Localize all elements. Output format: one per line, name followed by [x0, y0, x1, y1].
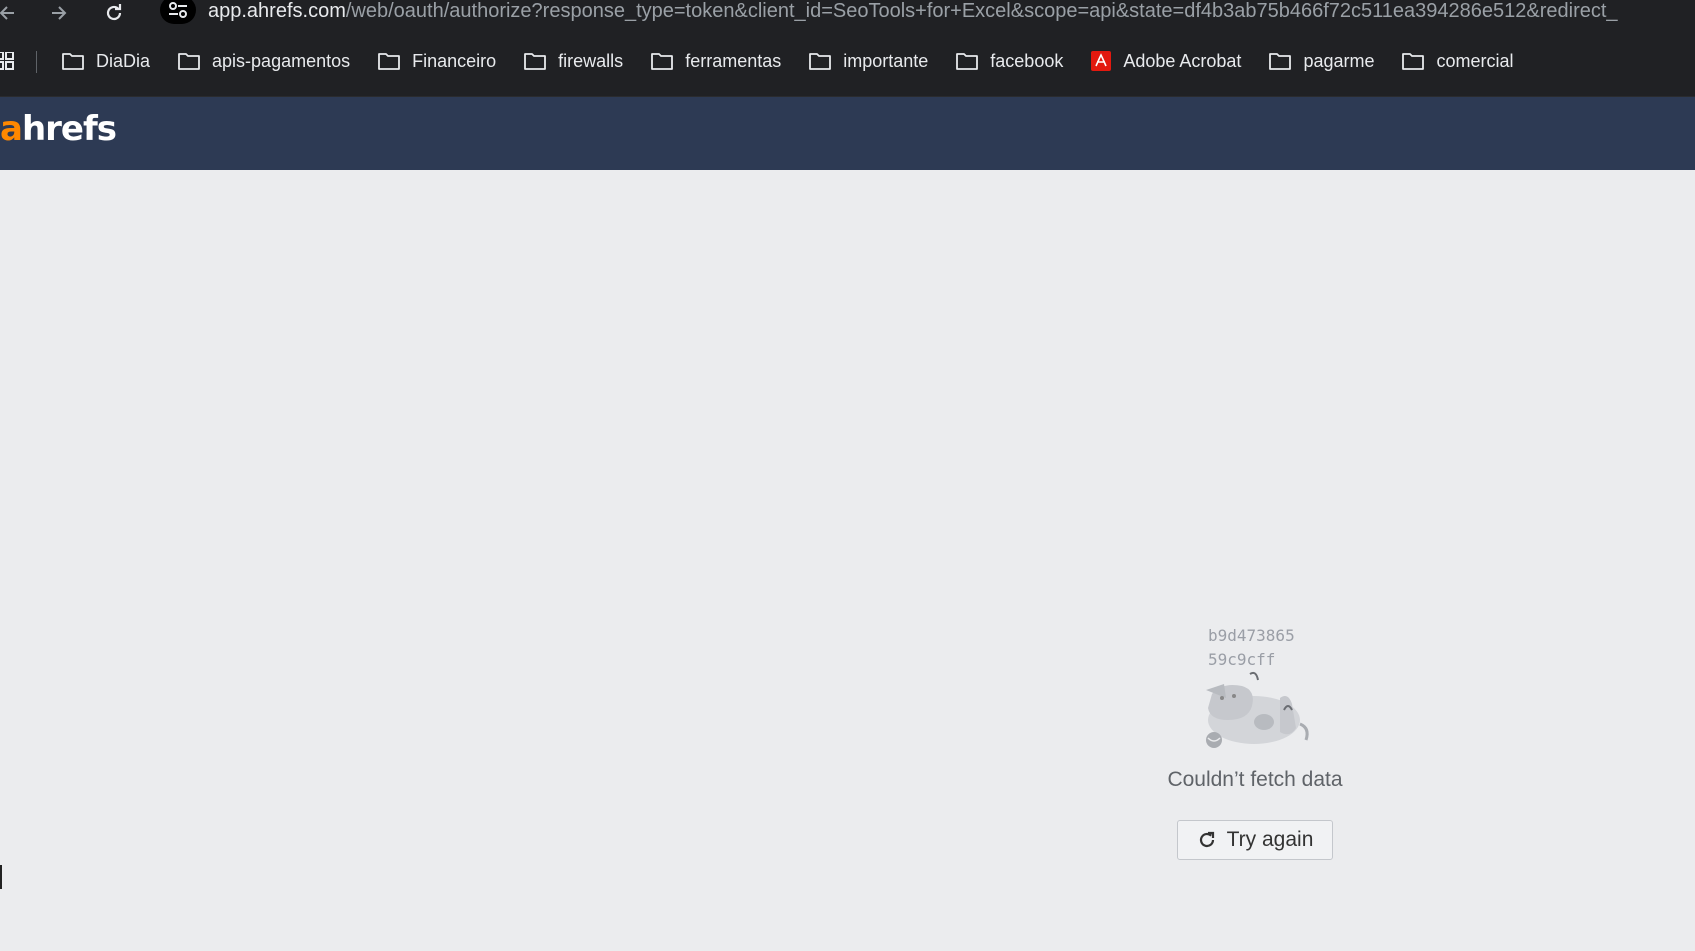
folder-icon	[524, 52, 547, 70]
app-header: ahrefs	[0, 97, 1695, 170]
tune-icon	[169, 2, 187, 18]
folder-icon	[651, 52, 674, 70]
arrow-right-icon	[52, 5, 67, 20]
apps-grid-icon[interactable]	[0, 51, 14, 75]
logo-text: hrefs	[21, 109, 117, 149]
try-again-label: Try again	[1226, 828, 1314, 851]
bookmark-label: DiaDia	[96, 50, 151, 71]
bookmark-label: ferramentas	[685, 50, 782, 71]
back-button[interactable]	[0, 0, 22, 25]
bookmarks-divider	[36, 51, 37, 73]
bookmark-adobe-acrobat[interactable]: Adobe Acrobat	[1091, 41, 1255, 81]
bookmark-importante[interactable]: importante	[809, 41, 942, 81]
site-info-button[interactable]	[160, 0, 196, 24]
bookmark-firewalls[interactable]: firewalls	[524, 41, 637, 81]
bookmark-apis-pagamentos[interactable]: apis-pagamentos	[178, 41, 364, 81]
folder-icon	[1269, 52, 1292, 70]
folder-icon	[809, 52, 832, 70]
bookmark-label: importante	[843, 50, 929, 71]
bookmark-label: Adobe Acrobat	[1123, 50, 1242, 71]
try-again-button[interactable]: Try again	[1177, 820, 1333, 860]
folder-icon	[62, 52, 84, 70]
address-bar[interactable]: app.ahrefs.com/web/oauth/authorize?respo…	[208, 0, 1618, 25]
ahrefs-logo[interactable]: ahrefs	[0, 109, 117, 149]
folder-icon	[1402, 52, 1425, 70]
folder-icon	[178, 52, 200, 70]
bookmark-diadia[interactable]: DiaDia	[62, 41, 164, 81]
url-host: app.ahrefs.com	[208, 0, 346, 22]
folder-icon	[956, 52, 979, 70]
bookmarks-bar: DiaDia apis-pagamentos Financeiro firewalls…	[0, 25, 1695, 97]
refresh-icon	[1199, 831, 1214, 848]
bookmark-label: pagarme	[1303, 50, 1375, 71]
bookmark-facebook[interactable]: facebook	[956, 41, 1077, 81]
bookmark-label: firewalls	[558, 50, 624, 71]
error-message: Couldn’t fetch data	[1167, 768, 1343, 791]
error-code: b9d473865 59c9cff	[1208, 624, 1295, 672]
reload-icon	[106, 3, 122, 20]
bookmark-comercial[interactable]: comercial	[1402, 41, 1527, 81]
url-path: /web/oauth/authorize?response_type=token…	[345, 0, 1618, 22]
text-cursor	[0, 865, 2, 889]
main-content: b9d473865 59c9cff Couldn’t fetch data Tr…	[0, 170, 1695, 951]
bookmarks-list: DiaDia apis-pagamentos Financeiro firewalls…	[62, 25, 1542, 96]
bookmark-ferramentas[interactable]: ferramentas	[651, 41, 795, 81]
browser-toolbar: app.ahrefs.com/web/oauth/authorize?respo…	[0, 0, 1695, 25]
bookmark-label: facebook	[990, 50, 1064, 71]
folder-icon	[378, 52, 401, 70]
acrobat-icon	[1091, 51, 1112, 71]
sleeping-dog-illustration	[1192, 668, 1316, 755]
bookmark-label: Financeiro	[412, 50, 497, 71]
arrow-left-icon	[0, 5, 14, 20]
bookmark-pagarme[interactable]: pagarme	[1269, 41, 1388, 81]
error-code-line-1: b9d473865	[1208, 626, 1295, 645]
error-panel: b9d473865 59c9cff Couldn’t fetch data Tr…	[1150, 624, 1360, 860]
forward-button[interactable]	[44, 0, 72, 25]
bookmark-financeiro[interactable]: Financeiro	[378, 41, 510, 81]
bookmark-label: comercial	[1436, 50, 1514, 71]
logo-accent: a	[0, 109, 23, 149]
reload-button[interactable]	[100, 0, 128, 25]
bookmark-label: apis-pagamentos	[212, 50, 351, 71]
